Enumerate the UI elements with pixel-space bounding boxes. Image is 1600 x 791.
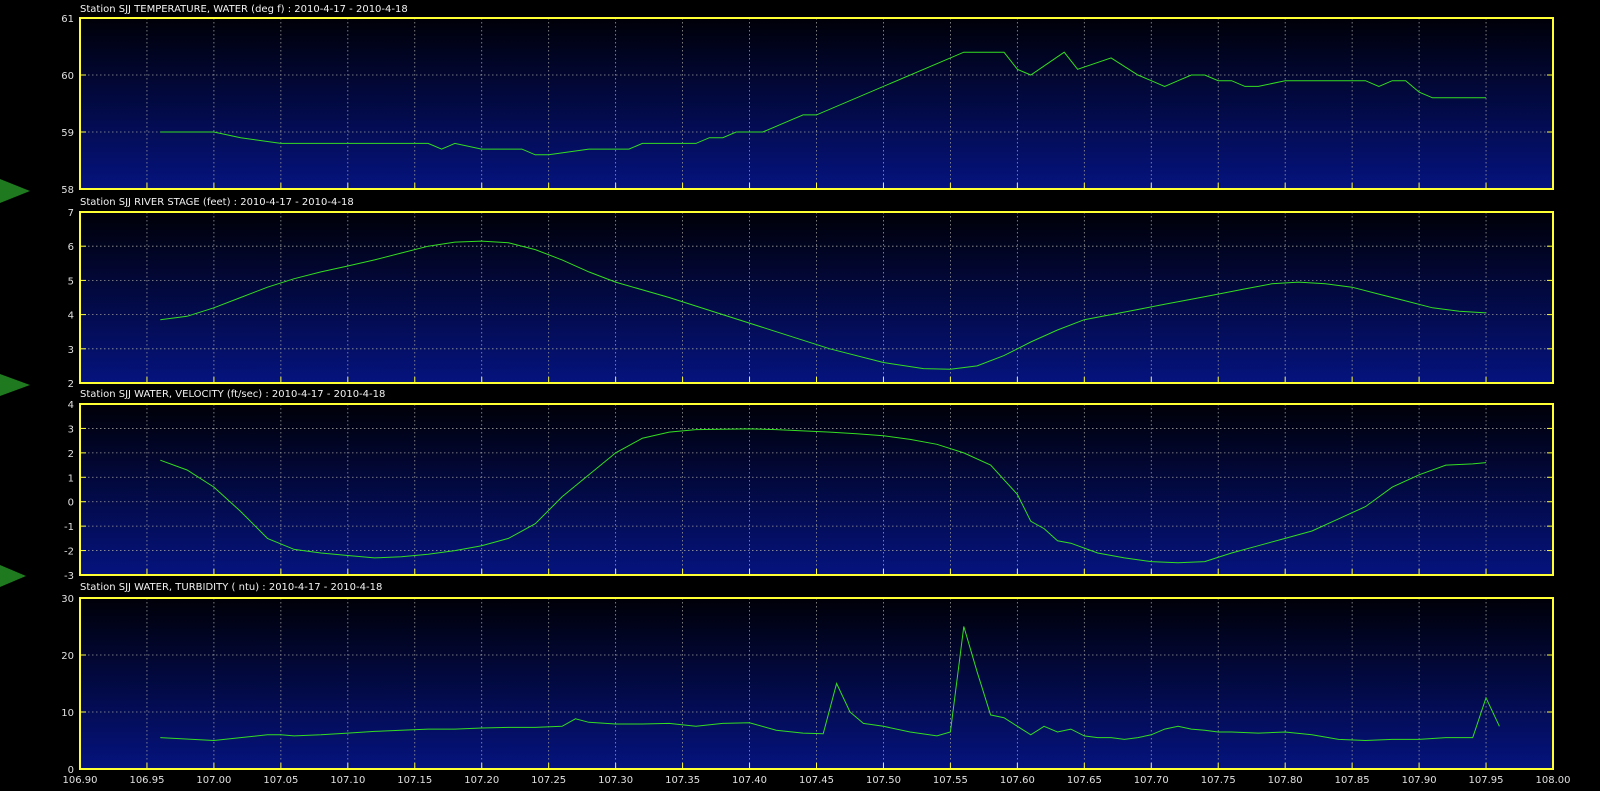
x-tick-label-16: 107.70 <box>1134 775 1169 786</box>
velocity-ytick-label-6: 3 <box>68 424 74 435</box>
velocity-ytick-label-1: -2 <box>64 547 74 558</box>
x-tick-label-4: 107.10 <box>330 775 365 786</box>
temperature-ytick-label-1: 59 <box>61 128 74 139</box>
river-stage-ytick-label-5: 7 <box>68 208 74 219</box>
x-tick-label-18: 107.80 <box>1268 775 1303 786</box>
x-tick-label-20: 107.90 <box>1402 775 1437 786</box>
turbidity-ytick-label-3: 30 <box>61 594 74 605</box>
x-tick-label-5: 107.15 <box>397 775 432 786</box>
velocity-yticks: -3 -2 -1 0 1 2 3 4 <box>64 400 74 582</box>
x-tick-label-8: 107.30 <box>598 775 633 786</box>
river-stage-panel: Station SJJ RIVER STAGE (feet) : 2010-4-… <box>68 197 1554 390</box>
river-stage-ytick-label-2: 4 <box>68 311 74 322</box>
velocity-ytick-label-0: -3 <box>64 571 74 582</box>
river-stage-yticks: 2 3 4 5 6 7 <box>68 208 74 390</box>
turbidity-ytick-label-1: 10 <box>61 708 74 719</box>
x-tick-label-1: 106.95 <box>129 775 164 786</box>
temperature-ytick-label-3: 61 <box>61 14 74 25</box>
x-tick-label-22: 108.00 <box>1536 775 1571 786</box>
x-tick-label-0: 106.90 <box>63 775 98 786</box>
x-tick-label-21: 107.95 <box>1469 775 1504 786</box>
velocity-ytick-label-3: 0 <box>68 498 74 509</box>
x-tick-label-9: 107.35 <box>665 775 700 786</box>
turbidity-title: Station SJJ WATER, TURBIDITY ( ntu) : 20… <box>80 582 382 593</box>
turbidity-yticks: 0102030 <box>61 594 74 776</box>
temperature-ytick-label-0: 58 <box>61 185 74 196</box>
x-tick-label-2: 107.00 <box>196 775 231 786</box>
panel-marker-3 <box>0 565 26 587</box>
panel-marker-2 <box>0 374 30 396</box>
panel-marker-1 <box>0 179 30 203</box>
x-tick-label-13: 107.55 <box>933 775 968 786</box>
x-tick-label-12: 107.50 <box>866 775 901 786</box>
temperature-yticks: 58 59 60 61 <box>61 14 74 196</box>
temperature-ytick-label-2: 60 <box>61 71 74 82</box>
x-tick-label-17: 107.75 <box>1201 775 1236 786</box>
velocity-ytick-label-2: -1 <box>64 522 74 533</box>
river-stage-title: Station SJJ RIVER STAGE (feet) : 2010-4-… <box>80 197 354 208</box>
x-tick-label-7: 107.25 <box>531 775 566 786</box>
turbidity-panel: Station SJJ WATER, TURBIDITY ( ntu) : 20… <box>61 582 1554 776</box>
chart-stage: Station SJJ TEMPERATURE, WATER (deg f) :… <box>0 4 1571 786</box>
velocity-ytick-label-7: 4 <box>68 400 74 411</box>
x-axis-ticks: 106.90 106.95 107.00 107.05 107.10 107.15 107.… <box>63 775 1571 786</box>
velocity-ytick-label-4: 1 <box>68 473 74 484</box>
river-stage-ytick-label-4: 6 <box>68 242 74 253</box>
x-tick-label-19: 107.85 <box>1335 775 1370 786</box>
temperature-panel: Station SJJ TEMPERATURE, WATER (deg f) :… <box>61 4 1554 196</box>
velocity-panel: Station SJJ WATER, VELOCITY (ft/sec) : 2… <box>64 389 1554 582</box>
x-tick-label-14: 107.60 <box>1000 775 1035 786</box>
x-tick-label-15: 107.65 <box>1067 775 1102 786</box>
x-tick-label-6: 107.20 <box>464 775 499 786</box>
velocity-title: Station SJJ WATER, VELOCITY (ft/sec) : 2… <box>80 389 385 400</box>
temperature-title: Station SJJ TEMPERATURE, WATER (deg f) :… <box>80 4 408 15</box>
river-stage-ytick-label-1: 3 <box>68 345 74 356</box>
x-tick-label-10: 107.40 <box>732 775 767 786</box>
x-tick-label-3: 107.05 <box>263 775 298 786</box>
x-tick-label-11: 107.45 <box>799 775 834 786</box>
velocity-ytick-label-5: 2 <box>68 449 74 460</box>
turbidity-ytick-label-2: 20 <box>61 651 74 662</box>
river-stage-ytick-label-0: 2 <box>68 379 74 390</box>
river-stage-ytick-label-3: 5 <box>68 276 74 287</box>
